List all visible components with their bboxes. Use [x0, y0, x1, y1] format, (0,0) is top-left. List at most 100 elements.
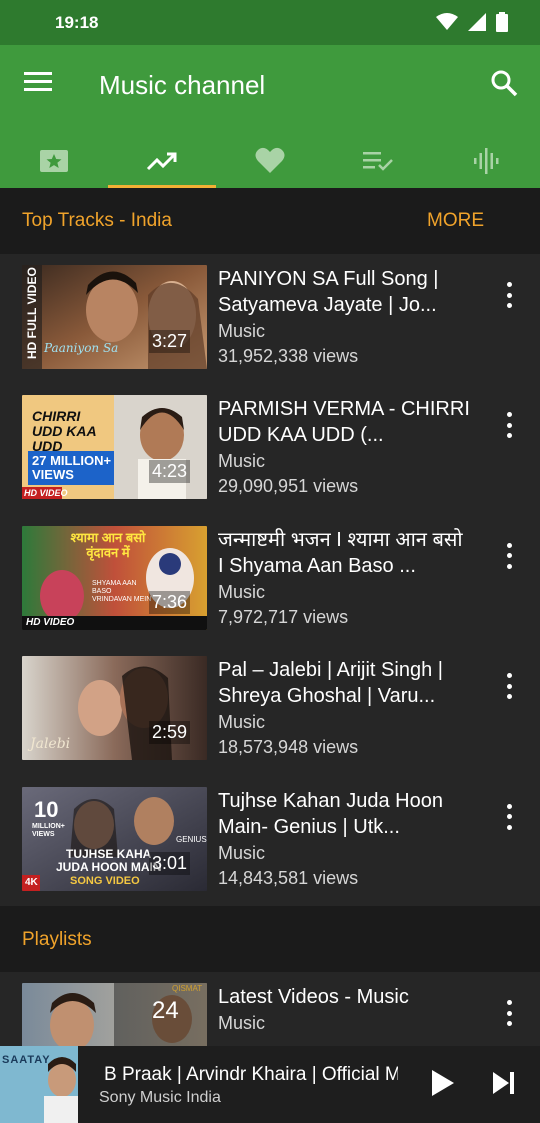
- app-title: Music channel: [99, 70, 266, 100]
- more-options-icon[interactable]: [500, 282, 518, 308]
- now-playing-title: B Praak | Arvindr Khaira | Official M: [104, 1064, 398, 1085]
- track-info: PARMISH VERMA - CHIRRI UDD KAA UDD (... …: [218, 396, 473, 497]
- wifi-icon: [436, 13, 458, 30]
- thumbnail-sub-text: SHYAMA AAN BASO VRINDAVAN MEIN: [92, 579, 152, 603]
- thumbnail-script-text: Jalebi: [30, 736, 71, 753]
- now-playing-thumbnail[interactable]: SAATAY: [0, 1046, 78, 1123]
- video-duration: 7:36: [148, 590, 190, 614]
- video-thumbnail[interactable]: 10 MILLION+ VIEWS TUJHSE KAHA JUDA HOON …: [22, 786, 207, 891]
- menu-icon: [24, 72, 52, 91]
- track-info: जन्माष्टमी भजन I श्यामा आन बसो I Shyama …: [218, 527, 473, 628]
- now-playing-channel: Sony Music India: [99, 1089, 221, 1106]
- more-options-icon[interactable]: [500, 803, 518, 830]
- app-bar: Music channel: [0, 45, 540, 188]
- track-views: 29,090,951 views: [218, 476, 359, 497]
- playlist-thumbnail[interactable]: QISMAT 24: [22, 983, 207, 1046]
- thumbnail-saatay-text: SAATAY: [2, 1054, 51, 1066]
- playlist-list: QISMAT 24 Latest Videos - Music Music: [0, 972, 540, 1046]
- thumbnail-line2-text: JUDA HOON MAIN: [56, 859, 162, 874]
- video-thumbnail[interactable]: HD FULL VIDEO Paaniyon Sa 3:27: [22, 265, 207, 369]
- track-info: Pal – Jalebi | Arijit Singh | Shreya Gho…: [218, 657, 473, 758]
- thumbnail-genius-text: GENIUS: [176, 834, 207, 844]
- play-button[interactable]: [428, 1068, 458, 1100]
- thumbnail-qismat-text: QISMAT: [172, 984, 203, 993]
- playlist-info: Latest Videos - Music Music: [218, 984, 473, 1034]
- track-title: जन्माष्टमी भजन I श्यामा आन बसो I Shyama …: [218, 528, 463, 577]
- thumbnail-4k-text: 4K: [25, 876, 38, 888]
- more-options-icon[interactable]: [500, 1000, 518, 1026]
- track-title: Pal – Jalebi | Arijit Singh | Shreya Gho…: [218, 659, 443, 708]
- top-tracks-header: Top Tracks - India MORE: [0, 188, 540, 254]
- tab-favorites[interactable]: [216, 133, 324, 188]
- play-icon: [432, 1070, 454, 1096]
- track-item[interactable]: CHIRRI UDD KAA UDD 27 MILLION+ VIEWS HD …: [0, 384, 540, 514]
- mini-player[interactable]: SAATAY B Praak | Arvindr Khaira | Offici…: [0, 1046, 540, 1123]
- tab-playlist[interactable]: [324, 133, 432, 188]
- thumbnail-hindi-text: श्यामा आन बसो वृंदावन में: [70, 529, 146, 560]
- section-title: Playlists: [22, 929, 92, 950]
- tab-trending[interactable]: [108, 133, 216, 188]
- skip-next-button[interactable]: [490, 1070, 520, 1100]
- track-title: PARMISH VERMA - CHIRRI UDD KAA UDD (...: [218, 398, 470, 447]
- playlist-count: 24: [152, 997, 179, 1024]
- playlist-item[interactable]: QISMAT 24 Latest Videos - Music Music: [0, 972, 540, 1046]
- playlist-channel: Music: [218, 1013, 266, 1033]
- thumbnail-title-text: CHIRRI UDD KAA UDD: [32, 408, 97, 455]
- status-time: 19:18: [55, 13, 99, 32]
- section-title: Top Tracks - India: [22, 210, 172, 231]
- tab-bar: [0, 133, 540, 188]
- more-options-icon[interactable]: [500, 673, 518, 700]
- track-channel: Music: [218, 712, 266, 733]
- audio-wave-icon: [474, 147, 499, 174]
- thumbnail-million-text: MILLION+ VIEWS: [32, 822, 65, 838]
- track-views: 18,573,948 views: [218, 737, 359, 758]
- trending-up-icon: [146, 152, 177, 170]
- more-button[interactable]: MORE: [427, 210, 484, 232]
- thumbnail-song-text: SONG VIDEO: [70, 874, 140, 887]
- thumbnail-views-badge: 27 MILLION+ VIEWS: [32, 453, 112, 483]
- thumbnail-hd-text: HD VIDEO: [26, 616, 75, 628]
- track-item[interactable]: श्यामा आन बसो वृंदावन में SHYAMA AAN BAS…: [0, 515, 540, 645]
- track-title: Tujhse Kahan Juda Hoon Main- Genius | Ut…: [218, 789, 443, 838]
- video-thumbnail[interactable]: श्यामा आन बसो वृंदावन में SHYAMA AAN BAS…: [22, 525, 207, 630]
- thumbnail-count-text: 10: [34, 796, 59, 822]
- tab-featured[interactable]: [0, 133, 108, 188]
- track-item[interactable]: Jalebi 2:59 Pal – Jalebi | Arijit Singh …: [0, 645, 540, 775]
- heart-icon: [255, 147, 285, 173]
- track-item[interactable]: 10 MILLION+ VIEWS TUJHSE KAHA JUDA HOON …: [0, 776, 540, 906]
- track-views: 7,972,717 views: [218, 606, 349, 627]
- video-duration: 3:01: [148, 851, 190, 875]
- battery-icon: [496, 12, 508, 32]
- playlist-title: Latest Videos - Music: [218, 986, 409, 1008]
- more-options-icon[interactable]: [500, 412, 518, 439]
- track-list: HD FULL VIDEO Paaniyon Sa 3:27 PANIYON S…: [0, 254, 540, 906]
- thumbnail-hd-text: HD VIDEO: [24, 488, 68, 499]
- thumbnail-script-text: Paaniyon Sa: [44, 341, 119, 355]
- status-icons: [436, 12, 508, 32]
- playlist-check-icon: [363, 151, 393, 171]
- video-duration: 2:59: [148, 721, 190, 745]
- video-thumbnail[interactable]: Jalebi 2:59: [22, 656, 207, 761]
- signal-icon: [468, 13, 486, 31]
- more-options-icon[interactable]: [500, 542, 518, 569]
- track-item[interactable]: HD FULL VIDEO Paaniyon Sa 3:27 PANIYON S…: [0, 254, 540, 384]
- track-channel: Music: [218, 451, 266, 472]
- video-thumbnail[interactable]: CHIRRI UDD KAA UDD 27 MILLION+ VIEWS HD …: [22, 395, 207, 500]
- video-duration: 4:23: [148, 460, 190, 484]
- track-info: Tujhse Kahan Juda Hoon Main- Genius | Ut…: [218, 788, 473, 889]
- thumbnail-side-text: HD FULL VIDEO: [25, 267, 39, 359]
- track-info: PANIYON SA Full Song | Satyameva Jayate …: [218, 266, 473, 367]
- track-channel: Music: [218, 842, 266, 863]
- menu-button[interactable]: [24, 70, 54, 100]
- thumbnail-line1-text: TUJHSE KAHA: [66, 846, 152, 861]
- featured-star-icon: [40, 149, 68, 172]
- track-views: 31,952,338 views: [218, 346, 359, 366]
- search-button[interactable]: [490, 69, 520, 99]
- track-channel: Music: [218, 321, 266, 341]
- tab-live[interactable]: [432, 133, 540, 188]
- search-icon: [491, 70, 518, 97]
- track-views: 14,843,581 views: [218, 867, 359, 888]
- playlists-header: Playlists: [0, 906, 540, 972]
- skip-next-icon: [493, 1072, 514, 1094]
- track-channel: Music: [218, 581, 266, 602]
